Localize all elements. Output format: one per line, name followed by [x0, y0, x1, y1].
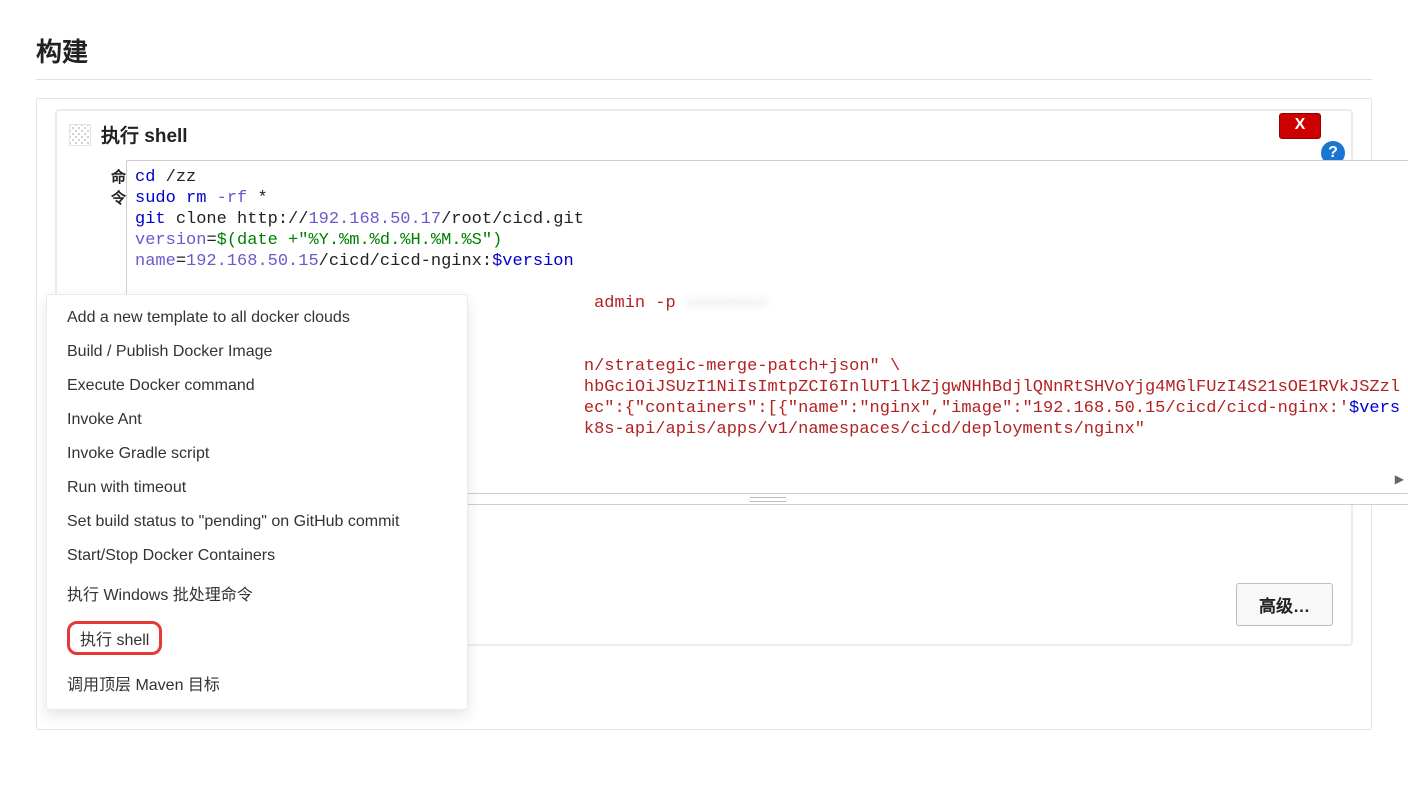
dropdown-item[interactable]: Invoke Ant: [47, 403, 467, 437]
code-token: sudo rm: [135, 189, 217, 208]
code-token: k8s-api/apis/apps/v1/namespaces/cicd/dep…: [584, 420, 1145, 439]
code-token: /cicd/cicd-nginx:: [319, 252, 492, 271]
code-token: hbGciOiJSUzI1NiIsImtpZCI6InlUT1lkZjgwNHh…: [584, 378, 1400, 397]
code-token: 192.168.50.17: [308, 210, 441, 229]
code-token: $(date +"%Y.%m.%d.%H.%M.%S"): [217, 231, 503, 250]
code-token: *: [257, 189, 267, 208]
code-token: $version: [492, 252, 574, 271]
dropdown-item[interactable]: Set build status to "pending" on GitHub …: [47, 505, 467, 539]
command-label: 命令: [111, 160, 126, 208]
code-token: cd: [135, 168, 166, 187]
dropdown-item[interactable]: Invoke Gradle script: [47, 437, 467, 471]
code-token: -rf: [217, 189, 258, 208]
dropdown-item[interactable]: Run with timeout: [47, 471, 467, 505]
code-token: ········: [686, 294, 768, 313]
code-token: $vers: [1349, 399, 1400, 418]
code-token: git: [135, 210, 176, 229]
step-title: 执行 shell: [101, 121, 188, 148]
section-title: 构建: [36, 32, 1372, 69]
section-divider: [36, 79, 1372, 80]
code-token: /root/cicd.git: [441, 210, 584, 229]
dropdown-item[interactable]: 执行 shell: [47, 613, 467, 663]
code-token: name: [135, 252, 176, 271]
code-token: 192.168.50.15: [186, 252, 319, 271]
code-token: version: [135, 231, 206, 250]
dropdown-item[interactable]: Execute Docker command: [47, 369, 467, 403]
add-step-dropdown[interactable]: Add a new template to all docker cloudsB…: [46, 294, 468, 710]
advanced-button[interactable]: 高级…: [1236, 583, 1333, 626]
dropdown-item[interactable]: 调用顶层 Maven 目标: [47, 663, 467, 703]
dropdown-item[interactable]: Start/Stop Docker Containers: [47, 539, 467, 573]
dropdown-item[interactable]: Add a new template to all docker clouds: [47, 301, 467, 335]
delete-step-button[interactable]: X: [1279, 113, 1321, 139]
dropdown-item[interactable]: Build / Publish Docker Image: [47, 335, 467, 369]
dropdown-item-highlighted[interactable]: 执行 shell: [67, 621, 162, 655]
code-token: clone http://: [176, 210, 309, 229]
code-token: admin -p: [594, 294, 686, 313]
scroll-right-icon[interactable]: ▶: [1395, 470, 1404, 491]
code-token: n/strategic-merge-patch+json" \: [584, 357, 900, 376]
code-token: =: [206, 231, 216, 250]
code-token: =: [176, 252, 186, 271]
page-root: 构建 X ? 执行 shell 命令 cd /zz sudo rm -rf * …: [0, 0, 1408, 799]
drag-handle-icon[interactable]: [69, 124, 91, 146]
dropdown-item[interactable]: 执行 Windows 批处理命令: [47, 573, 467, 613]
code-token: ec":{"containers":[{"name":"nginx","imag…: [584, 399, 1349, 418]
step-header: 执行 shell: [69, 121, 1339, 148]
code-token: /zz: [166, 168, 197, 187]
